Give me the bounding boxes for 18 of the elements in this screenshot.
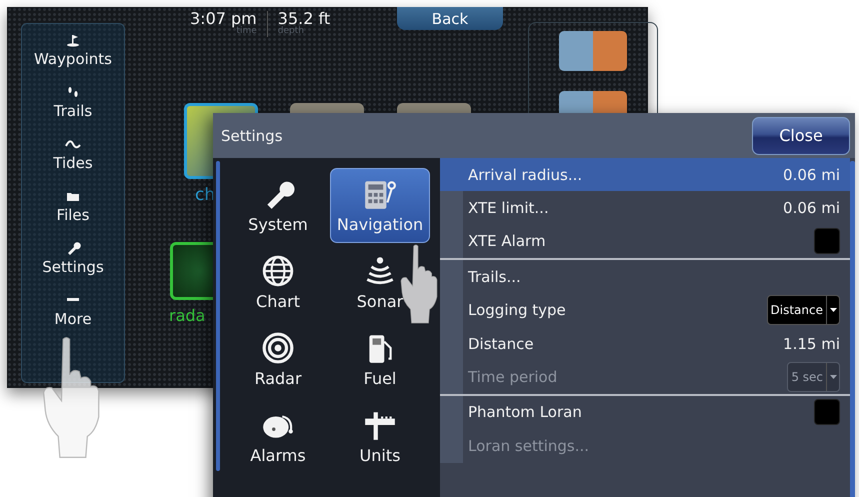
setting-label: XTE limit...: [468, 199, 549, 218]
depth-value: 35.2 ft: [278, 11, 330, 27]
setting-label: Loran settings...: [468, 436, 590, 455]
setting-value: 0.06 mi: [783, 199, 840, 218]
time-value: 3:07 pm: [190, 11, 257, 27]
setting-label: Phantom Loran: [468, 403, 582, 422]
depth-label: depth: [278, 27, 304, 36]
setting-label: Logging type: [468, 301, 566, 320]
setting-value: 1.15 mi: [783, 334, 840, 353]
dialog-title: Settings: [221, 126, 283, 144]
time-label: time: [236, 27, 257, 36]
setting-label: Distance: [468, 334, 534, 353]
setting-label: Time period: [468, 368, 558, 386]
tile-label: rada: [169, 306, 206, 325]
setting-value: 0.06 mi: [783, 166, 840, 184]
setting-label: XTE Alarm: [468, 232, 546, 250]
setting-label: Arrival radius...: [468, 166, 582, 184]
setting-label: Trails...: [468, 268, 521, 286]
